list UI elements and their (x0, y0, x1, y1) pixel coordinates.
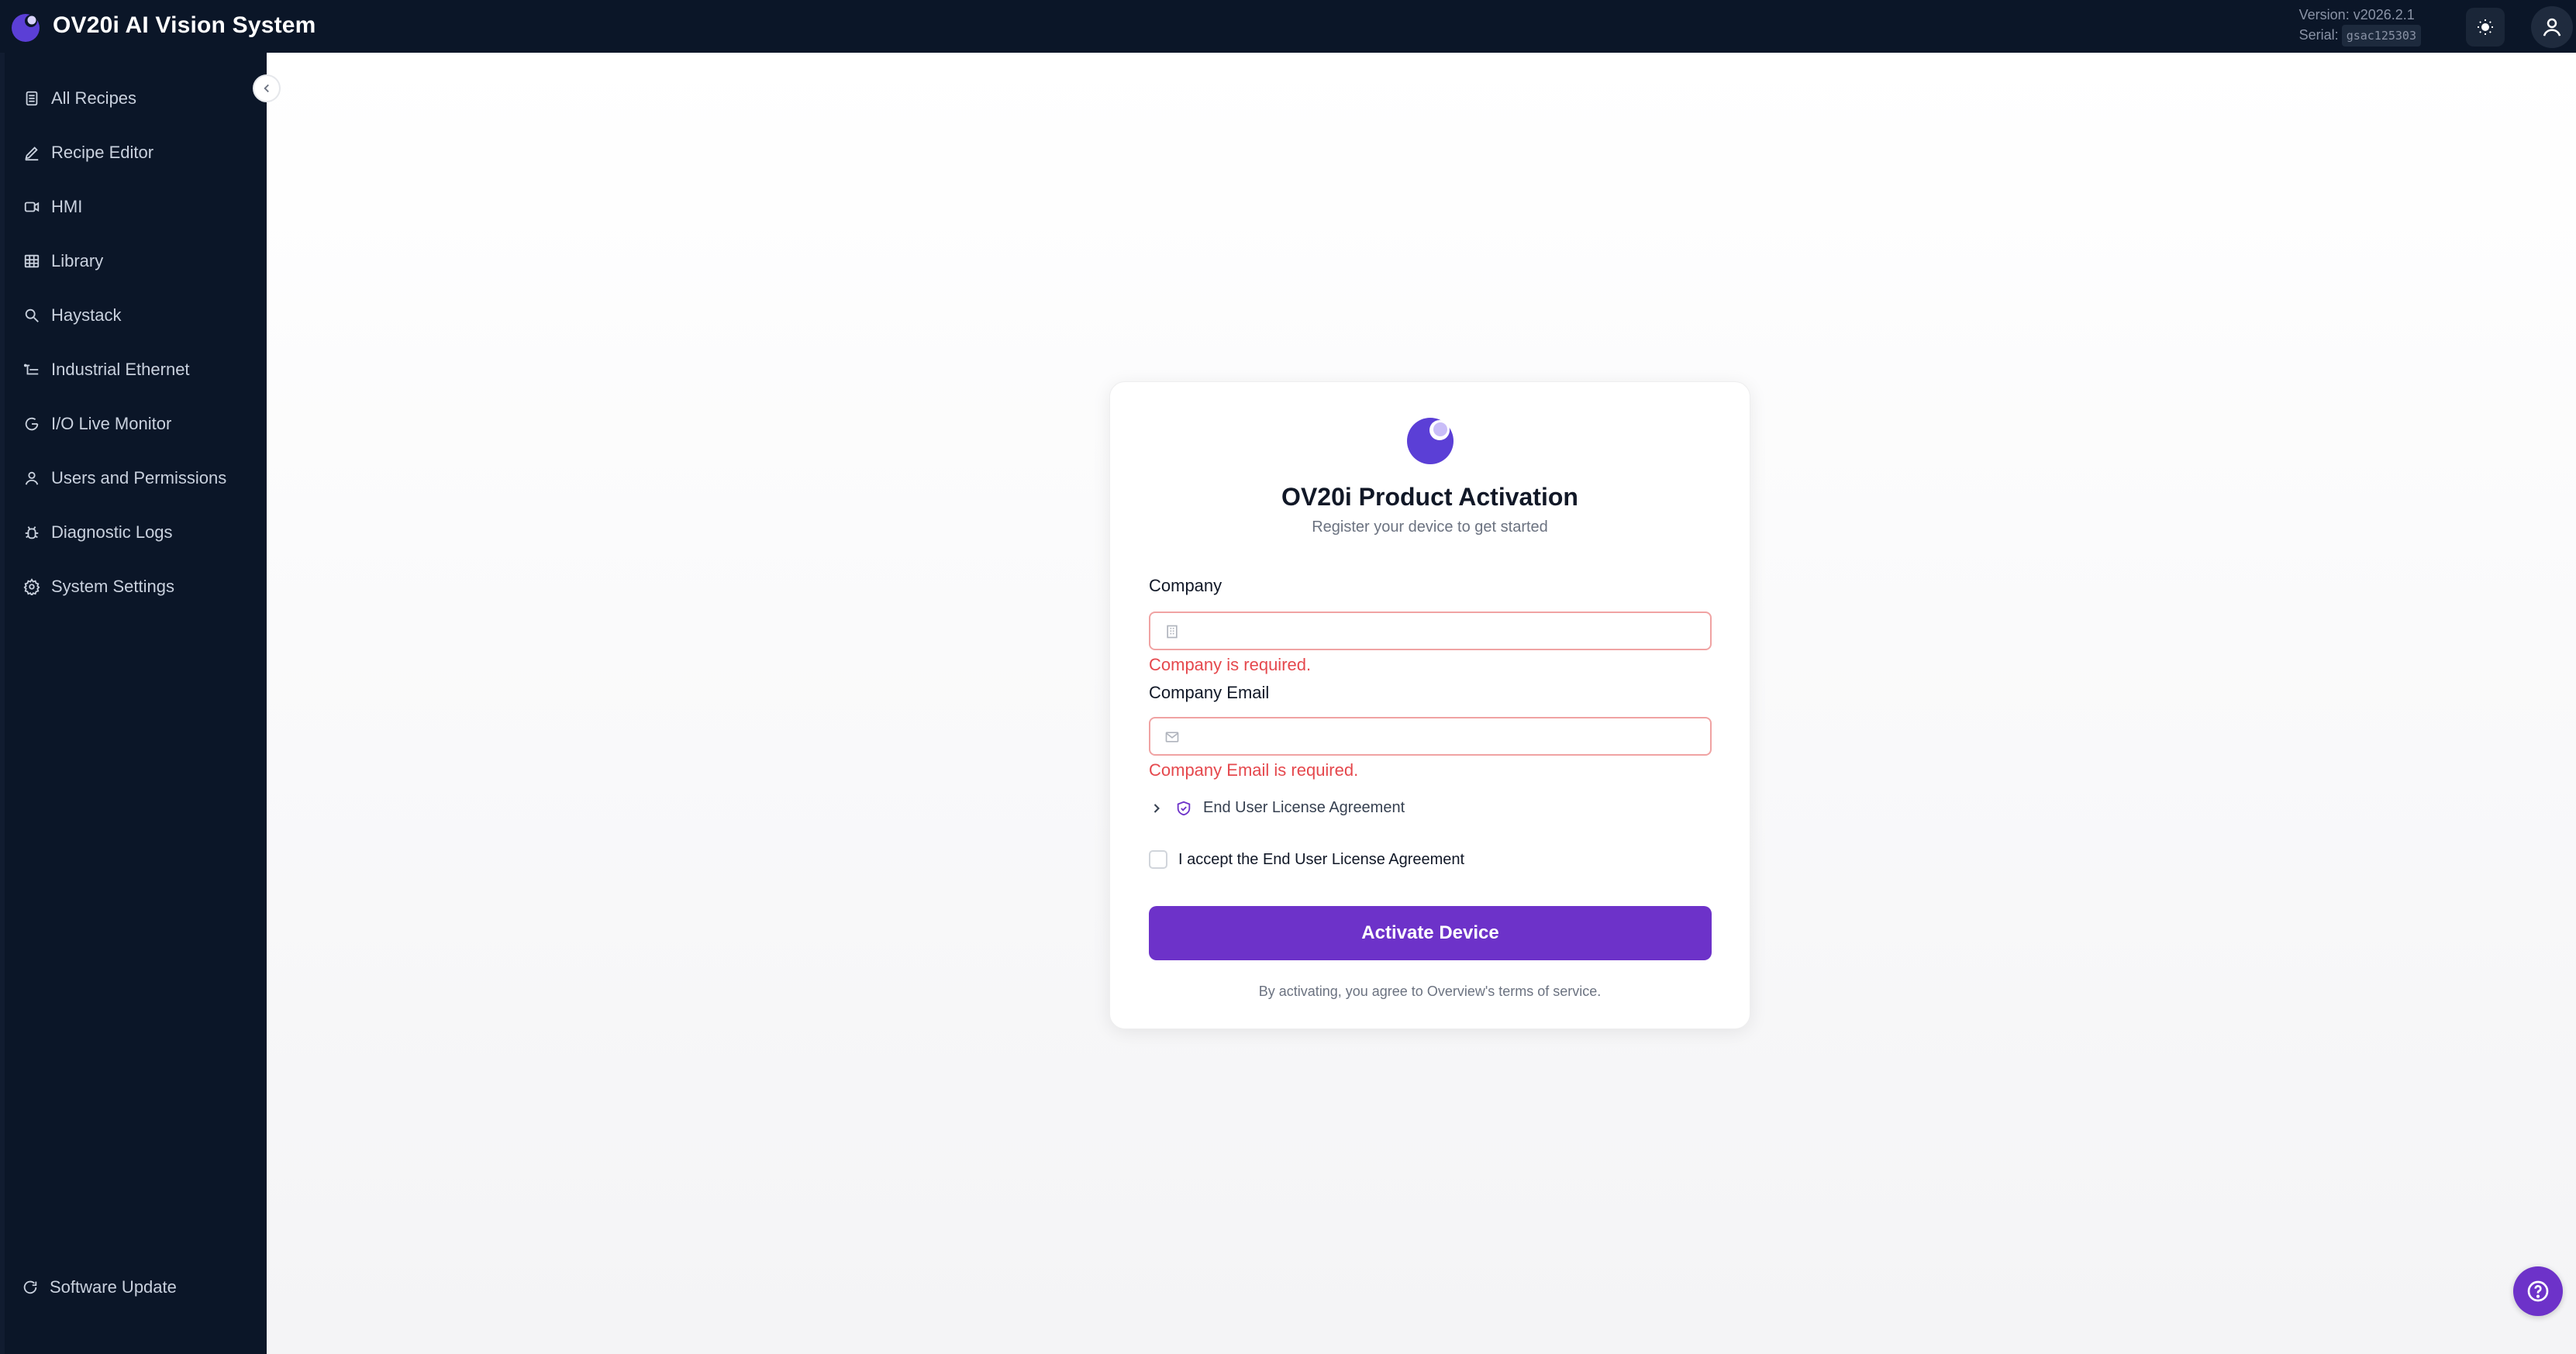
help-icon (2527, 1280, 2549, 1302)
accept-eula-checkbox[interactable] (1149, 850, 1167, 869)
chevron-right-icon (1154, 803, 1160, 813)
network-icon (23, 363, 39, 375)
chevron-left-icon (264, 84, 269, 93)
pencil-icon (25, 146, 39, 161)
gear-icon (23, 578, 40, 595)
sidebar-item-all-recipes[interactable]: All Recipes (23, 81, 136, 116)
gauge-icon (25, 417, 39, 431)
eula-toggle-label: End User License Agreement (1203, 799, 1405, 816)
theme-toggle-button[interactable] (2466, 8, 2505, 47)
company-input[interactable] (1189, 619, 1701, 643)
building-icon (1167, 625, 1178, 639)
product-logo-icon (1405, 415, 1456, 466)
company-email-input[interactable] (1189, 725, 1701, 748)
sidebar-item-recipe-editor[interactable]: Recipe Editor (23, 135, 153, 171)
shield-check-icon (1177, 801, 1191, 815)
terms-text: By activating, you agree to Overview's t… (1258, 984, 1602, 999)
sun-icon (2478, 19, 2493, 35)
software-update-label: Software Update (50, 1277, 177, 1297)
company-email-error: Company Email is required. (1149, 760, 1359, 780)
version-info: Version: v2026.2.1 Serial: gsac125303 (2299, 5, 2421, 47)
accept-eula-label: I accept the End User License Agreement (1178, 850, 1465, 868)
serial-label: Serial: (2298, 27, 2339, 43)
accept-eula-row[interactable]: I accept the End User License Agreement (1149, 850, 1464, 869)
video-icon (24, 202, 40, 212)
activation-title: OV20i Product Activation (1281, 483, 1578, 511)
sidebar-item-diagnostic-logs[interactable]: Diagnostic Logs (23, 515, 173, 550)
sidebar-item-hmi[interactable]: HMI (23, 189, 82, 225)
sidebar-item-label: Diagnostic Logs (51, 522, 173, 542)
search-icon (25, 308, 39, 322)
mail-icon (1165, 732, 1179, 742)
sidebar: All Recipes Recipe Editor HMI Library Ha… (0, 53, 267, 1354)
company-label: Company (1149, 576, 1222, 595)
software-update-button[interactable]: Software Update (22, 1277, 177, 1297)
refresh-icon (23, 1280, 37, 1294)
grid-icon (24, 254, 40, 268)
user-icon (2543, 18, 2561, 36)
user-menu-button[interactable] (2531, 6, 2573, 48)
sidebar-item-io-live-monitor[interactable]: I/O Live Monitor (23, 406, 171, 442)
sidebar-item-haystack[interactable]: Haystack (23, 298, 121, 333)
help-button[interactable] (2513, 1266, 2563, 1316)
sidebar-item-label: All Recipes (51, 88, 137, 108)
sidebar-item-system-settings[interactable]: System Settings (23, 569, 174, 605)
app-logo-icon (9, 11, 42, 43)
sidebar-item-label: HMI (51, 197, 83, 216)
activate-device-button[interactable]: Activate Device (1149, 906, 1712, 960)
sidebar-item-users-permissions[interactable]: Users and Permissions (23, 460, 226, 496)
sidebar-item-label: Library (51, 251, 104, 270)
sidebar-item-library[interactable]: Library (23, 243, 103, 279)
sidebar-item-industrial-ethernet[interactable]: Industrial Ethernet (23, 352, 190, 388)
sidebar-item-label: Users and Permissions (51, 468, 227, 488)
activation-card: OV20i Product Activation Register your d… (1109, 381, 1750, 1029)
sidebar-item-label: Industrial Ethernet (51, 360, 190, 379)
user-icon (25, 471, 39, 485)
bug-icon (25, 526, 39, 539)
activation-subtitle: Register your device to get started (1312, 519, 1548, 536)
top-bar: OV20i AI Vision System Version: v2026.2.… (0, 0, 2576, 53)
company-field[interactable] (1149, 612, 1712, 650)
company-error: Company is required. (1149, 655, 1312, 674)
sidebar-item-label: Haystack (51, 305, 122, 325)
sidebar-item-label: I/O Live Monitor (51, 414, 172, 433)
sidebar-item-label: Recipe Editor (51, 143, 154, 162)
company-email-label: Company Email (1149, 683, 1270, 702)
sidebar-item-label: System Settings (51, 577, 174, 596)
serial-value: gsac125303 (2341, 25, 2421, 47)
list-icon (26, 91, 38, 106)
serial-row: Serial: gsac125303 (2299, 25, 2421, 47)
eula-toggle[interactable]: End User License Agreement (1149, 799, 1405, 817)
app-title: OV20i AI Vision System (53, 12, 316, 38)
company-email-field[interactable] (1149, 717, 1712, 756)
sidebar-collapse-button[interactable] (253, 74, 281, 102)
version-label: Version: v2026.2.1 (2298, 7, 2415, 22)
